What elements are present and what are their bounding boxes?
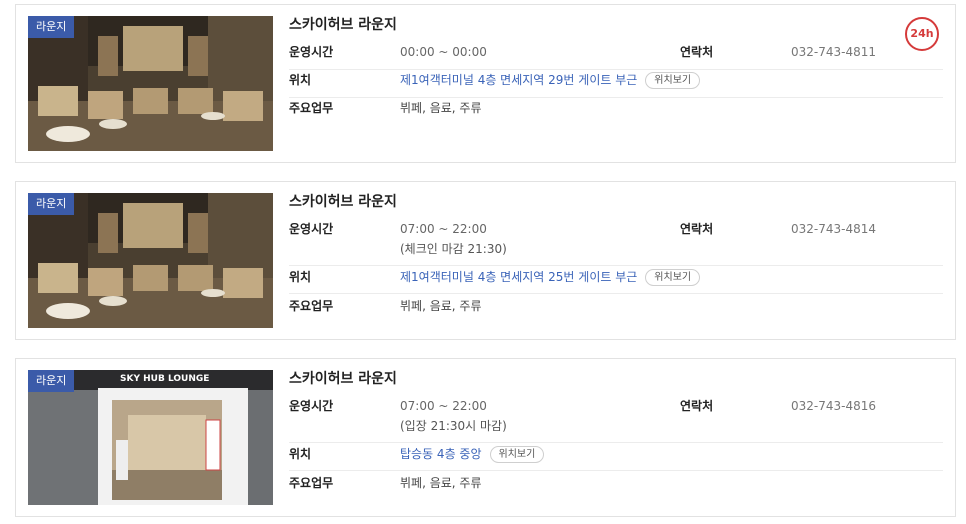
hours-label: 운영시간 (289, 45, 334, 59)
services-value: 뷔페, 음료, 주류 (400, 101, 482, 115)
services-label: 주요업무 (289, 476, 334, 490)
hours-value: 07:00 ~ 22:00 (400, 222, 487, 236)
lounge-list: 라운지 스카이허브 라운지 24h 운영시간 00:00 ~ 00:00 연락처… (0, 0, 966, 524)
lounge-badge: 라운지 (28, 193, 75, 215)
services-value: 뷔페, 음료, 주류 (400, 299, 482, 313)
lounge-card: SKY HUB LOUNGE 라운지 스카이허브 라운지 운영시간 07:00 … (15, 358, 956, 517)
hours-row: 운영시간 07:00 ~ 22:00 (입장 21:30시 마감) 연락처 03… (289, 396, 943, 443)
hours-value: 07:00 ~ 22:00 (400, 399, 487, 413)
hours-note: (체크인 마감 21:30) (400, 242, 507, 256)
phone-value: 032-743-4816 (791, 399, 877, 413)
contact-label: 연락처 (680, 399, 714, 413)
lounge-photo[interactable]: SKY HUB LOUNGE 라운지 (28, 370, 273, 505)
services-label: 주요업무 (289, 299, 334, 313)
lounge-title: 스카이허브 라운지 (289, 194, 397, 210)
hours-label: 운영시간 (289, 222, 334, 236)
lounge-card: 라운지 스카이허브 라운지 24h 운영시간 00:00 ~ 00:00 연락처… (15, 4, 956, 163)
lounge-card: 라운지 스카이허브 라운지 운영시간 07:00 ~ 22:00 (체크인 마감… (15, 181, 956, 340)
view-location-button[interactable]: 위치보기 (645, 269, 701, 286)
lounge-sign: SKY HUB LOUNGE (120, 374, 210, 384)
view-location-button[interactable]: 위치보기 (645, 72, 701, 89)
lounge-badge: 라운지 (28, 16, 75, 38)
hours-label: 운영시간 (289, 399, 334, 413)
hours-note: (입장 21:30시 마감) (400, 419, 507, 433)
location-label: 위치 (289, 447, 312, 461)
location-label: 위치 (289, 270, 312, 284)
phone-value: 032-743-4814 (791, 222, 877, 236)
services-label: 주요업무 (289, 101, 334, 115)
contact-label: 연락처 (680, 45, 714, 59)
lounge-title: 스카이허브 라운지 (289, 17, 397, 33)
lounge-photo[interactable]: 라운지 (28, 193, 273, 328)
location-row: 위치 탑승동 4층 중앙 위치보기 (289, 444, 943, 471)
hours-row: 운영시간 07:00 ~ 22:00 (체크인 마감 21:30) 연락처 03… (289, 219, 943, 266)
location-row: 위치 제1여객터미널 4층 면세지역 29번 게이트 부근 위치보기 (289, 70, 943, 98)
services-row: 주요업무 뷔페, 음료, 주류 (289, 296, 943, 323)
location-link[interactable]: 제1여객터미널 4층 면세지역 25번 게이트 부근 (400, 270, 637, 284)
contact-label: 연락처 (680, 222, 714, 236)
location-link[interactable]: 탑승동 4층 중앙 (400, 447, 482, 461)
services-value: 뷔페, 음료, 주류 (400, 476, 482, 490)
view-location-button[interactable]: 위치보기 (489, 446, 545, 463)
location-link[interactable]: 제1여객터미널 4층 면세지역 29번 게이트 부근 (400, 73, 637, 87)
hours-value: 00:00 ~ 00:00 (400, 45, 487, 59)
lounge-photo[interactable]: 라운지 (28, 16, 273, 151)
lounge-badge: 라운지 (28, 370, 75, 392)
services-row: 주요업무 뷔페, 음료, 주류 (289, 473, 943, 500)
location-row: 위치 제1여객터미널 4층 면세지역 25번 게이트 부근 위치보기 (289, 267, 943, 294)
location-label: 위치 (289, 73, 312, 87)
phone-value: 032-743-4811 (791, 45, 877, 59)
services-row: 주요업무 뷔페, 음료, 주류 (289, 98, 943, 126)
hours-row: 운영시간 00:00 ~ 00:00 연락처 032-743-4811 (289, 42, 943, 70)
lounge-title: 스카이허브 라운지 (289, 371, 397, 387)
